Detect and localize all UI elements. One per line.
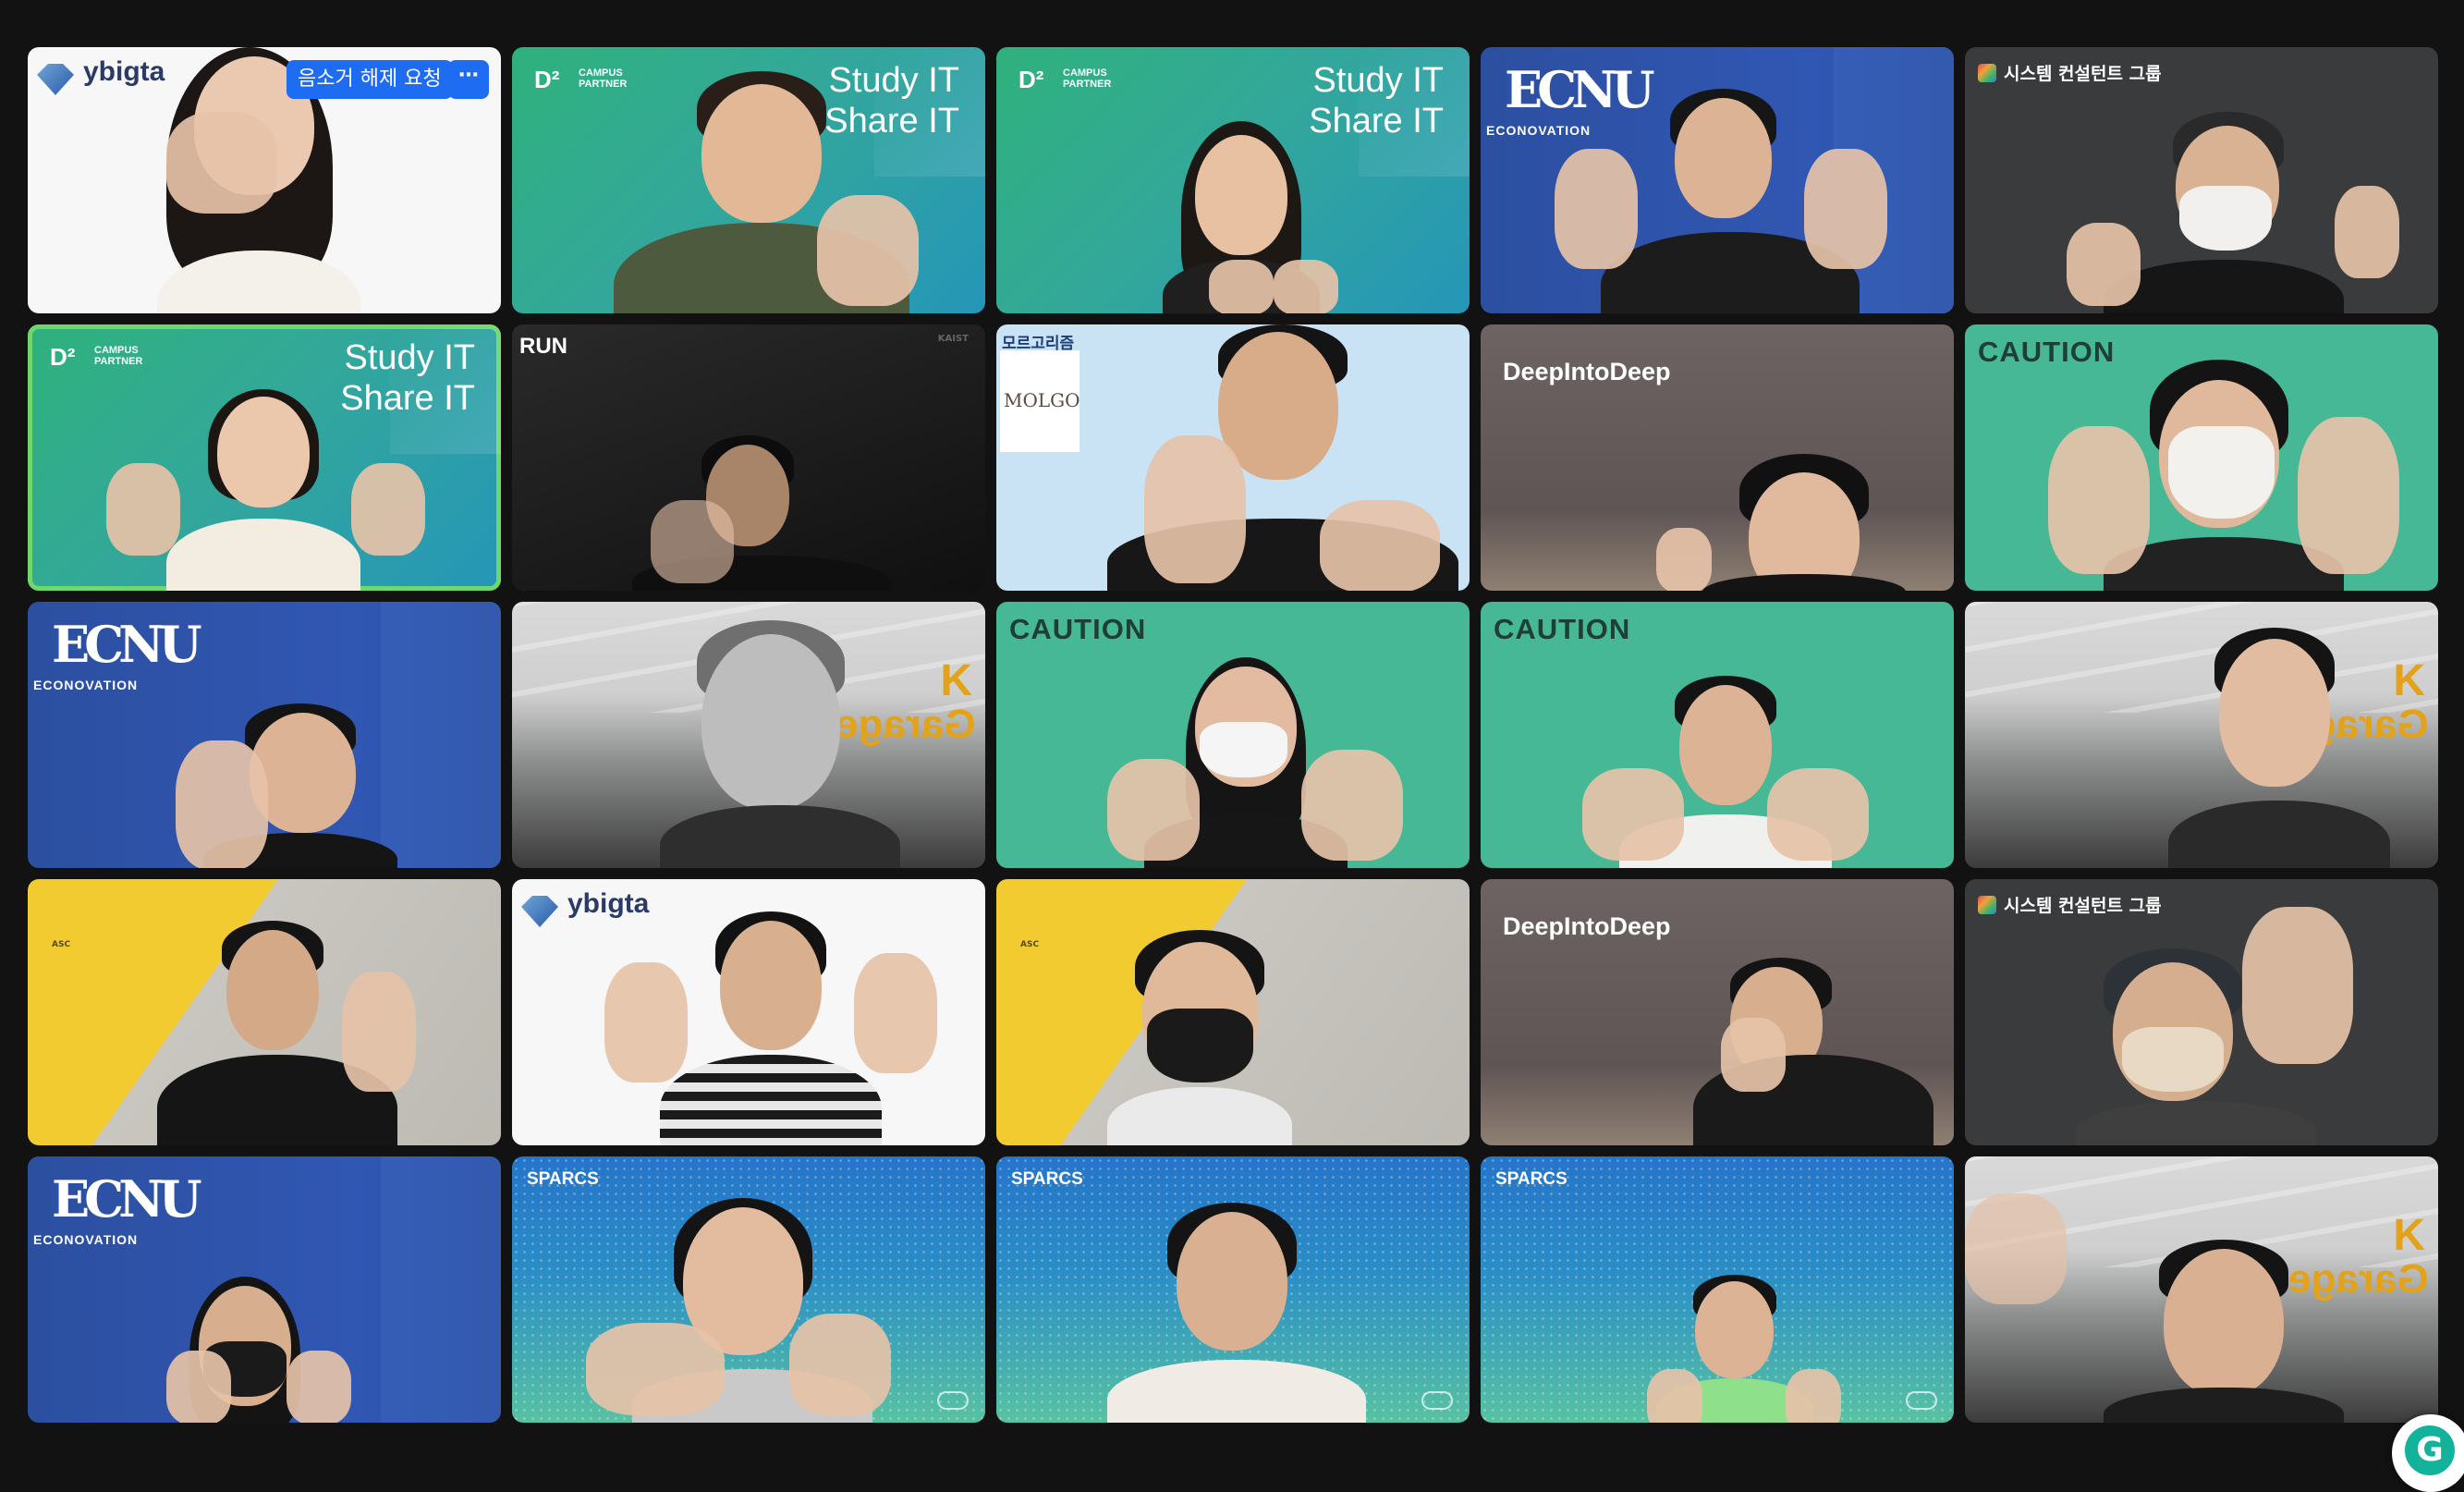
chat-button[interactable]: G: [2392, 1414, 2464, 1492]
participant-tile[interactable]: ECNU ECONOVATION: [28, 602, 501, 868]
sparcs-badge-icon: [937, 1391, 969, 1410]
d2-logo: D²: [534, 66, 560, 93]
club-label: K: [940, 656, 972, 705]
participant-tile[interactable]: ASC: [28, 879, 501, 1145]
club-label: 시스템 컨설턴트 그룹: [2004, 896, 2162, 916]
ybigta-logo-icon: [521, 896, 558, 927]
club-label: Garage: [2288, 1256, 2429, 1302]
slogan-line: Share IT: [340, 379, 475, 418]
econovation-logo: ECNU: [52, 615, 202, 674]
participant-tile[interactable]: SPARCS: [996, 1156, 1470, 1423]
slogan-line: Share IT: [1309, 102, 1444, 141]
club-label: CAUTION: [1494, 613, 1631, 645]
d2-logo: D²: [1019, 66, 1044, 93]
participant-tile[interactable]: CAUTION: [1965, 324, 2438, 591]
participant-tile[interactable]: CAUTION: [996, 602, 1470, 868]
club-label: ybigta: [567, 888, 650, 919]
club-label: K: [2393, 1211, 2425, 1260]
club-label: DeepIntoDeep: [1503, 912, 1671, 940]
participant-tile[interactable]: SPARCS: [512, 1156, 985, 1423]
d2-logo: D²: [50, 343, 76, 371]
participant-tile[interactable]: K Garage: [1965, 602, 2438, 868]
participant-tile-speaking[interactable]: D² CAMPUS PARTNER Study IT Share IT: [28, 324, 501, 591]
slogan-line: Study IT: [1312, 61, 1445, 100]
participant-tile[interactable]: SPARCS: [1481, 1156, 1954, 1423]
club-label: DeepIntoDeep: [1503, 358, 1671, 385]
club-label: CAUTION: [1009, 613, 1147, 645]
participant-tile[interactable]: ASC: [996, 879, 1470, 1145]
club-label: ECONOVATION: [33, 1232, 139, 1247]
kaist-logo: KAIST: [937, 334, 969, 344]
molgo-logo: MOLGO: [1004, 389, 1080, 411]
participant-grid: ybigta D² CAMPUS PARTNER Study IT Share IT…: [28, 47, 2438, 1423]
participant-tile[interactable]: CAUTION: [1481, 602, 1954, 868]
participant-tile[interactable]: ybigta: [512, 879, 985, 1145]
ybigta-logo-icon: [37, 64, 74, 95]
sparcs-badge-icon: [1906, 1391, 1937, 1410]
chat-bubble-icon: G: [2405, 1425, 2455, 1475]
participant-tile[interactable]: ECNU ECONOVATION: [1481, 47, 1954, 313]
club-label: SPARCS: [1495, 1169, 1567, 1189]
more-options-button[interactable]: ⋯: [448, 60, 489, 99]
club-label: CAUTION: [1978, 336, 2116, 368]
club-label: ECONOVATION: [1486, 123, 1592, 138]
slogan-line: Study IT: [344, 338, 476, 377]
participant-tile[interactable]: K Garage: [1965, 1156, 2438, 1423]
club-label: RUN: [519, 334, 567, 359]
participant-tile[interactable]: 모르고리즘 MOLGO: [996, 324, 1470, 591]
club-label: ECONOVATION: [33, 678, 139, 692]
unmute-request-button[interactable]: 음소거 해제 요청: [287, 60, 453, 99]
slogan-line: Share IT: [824, 102, 959, 141]
participant-tile[interactable]: ECNU ECONOVATION: [28, 1156, 501, 1423]
club-label: Garage: [836, 702, 976, 747]
participant-tile[interactable]: 시스템 컨설턴트 그룹: [1965, 879, 2438, 1145]
participant-tile[interactable]: DeepIntoDeep: [1481, 879, 1954, 1145]
participant-tile[interactable]: D² CAMPUS PARTNER Study IT Share IT: [996, 47, 1470, 313]
participant-tile[interactable]: 시스템 컨설턴트 그룹: [1965, 47, 2438, 313]
club-label: ASC: [1020, 940, 1040, 949]
participant-tile[interactable]: D² CAMPUS PARTNER Study IT Share IT: [512, 47, 985, 313]
club-label: SPARCS: [1011, 1169, 1083, 1189]
slogan-line: Study IT: [828, 61, 960, 100]
participant-tile[interactable]: DeepIntoDeep: [1481, 324, 1954, 591]
club-label: SPARCS: [527, 1169, 599, 1189]
club-label: K: [2393, 656, 2425, 705]
system-consultant-logo-icon: [1978, 64, 1996, 82]
club-label: ASC: [52, 940, 71, 949]
econovation-logo: ECNU: [52, 1169, 202, 1229]
participant-tile[interactable]: K Garage: [512, 602, 985, 868]
participant-tile[interactable]: RUN KAIST: [512, 324, 985, 591]
econovation-logo: ECNU: [1505, 60, 1655, 119]
system-consultant-logo-icon: [1978, 896, 1996, 914]
club-label: ybigta: [83, 56, 165, 87]
club-label: 시스템 컨설턴트 그룹: [2004, 64, 2162, 84]
sparcs-badge-icon: [1421, 1391, 1453, 1410]
